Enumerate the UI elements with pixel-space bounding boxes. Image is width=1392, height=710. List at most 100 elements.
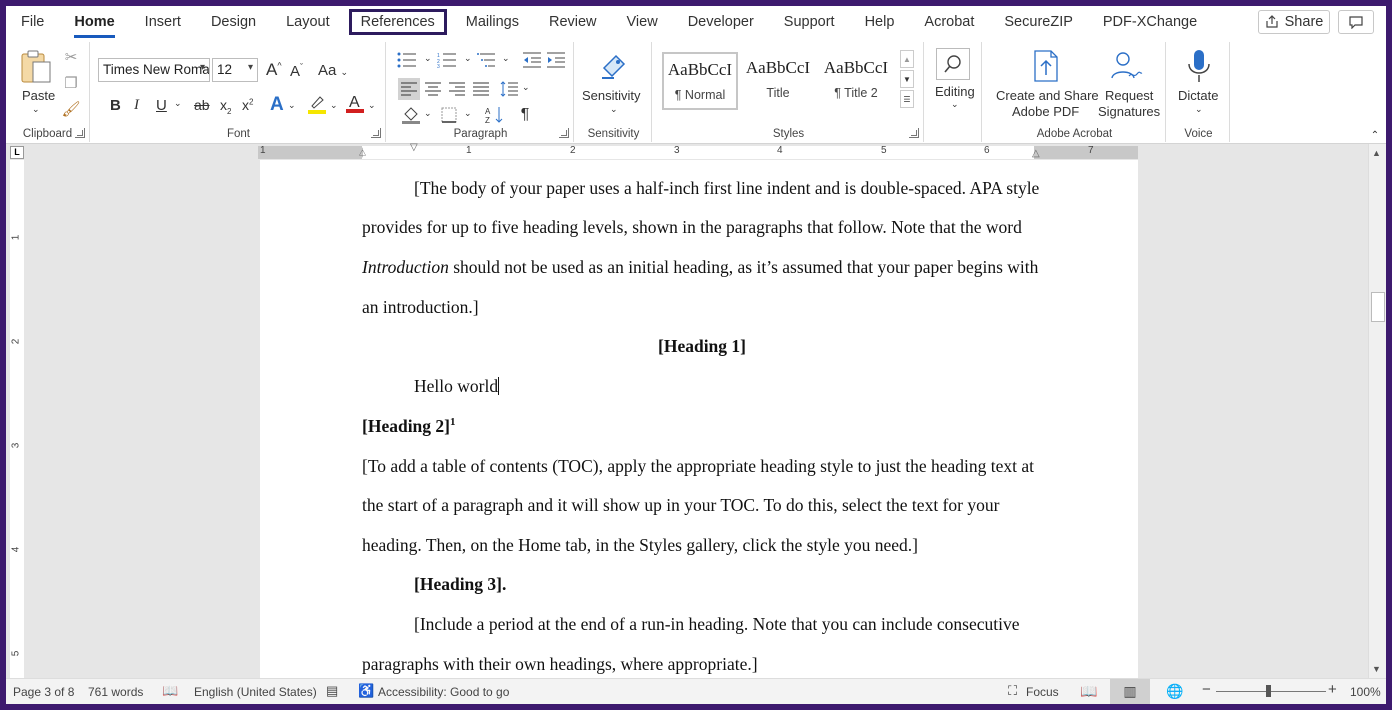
menu-acrobat[interactable]: Acrobat	[909, 9, 989, 35]
highlight-chevron-icon[interactable]: ⌄	[330, 100, 338, 111]
decrease-indent-icon[interactable]	[522, 50, 542, 70]
sort-icon[interactable]: AZ	[484, 104, 506, 126]
line-spacing-icon[interactable]	[498, 78, 520, 100]
bullets-chevron-icon[interactable]: ⌄	[424, 53, 432, 64]
font-color-chevron-icon[interactable]: ⌄	[368, 100, 376, 111]
zoom-thumb[interactable]	[1266, 685, 1271, 697]
align-left-icon[interactable]	[398, 78, 420, 100]
right-indent-marker-icon[interactable]: △	[1032, 148, 1040, 159]
print-layout-icon[interactable]: ▥	[1110, 679, 1150, 704]
font-size-combo[interactable]: 12 ▾	[212, 58, 258, 82]
multilevel-chevron-icon[interactable]: ⌄	[502, 53, 510, 64]
accessibility-status[interactable]: Accessibility: Good to go	[378, 685, 509, 699]
underline-button[interactable]: U	[156, 97, 167, 114]
menu-mailings[interactable]: Mailings	[451, 9, 534, 35]
styles-more-icon[interactable]: ☰	[900, 90, 914, 108]
zoom-slider[interactable]	[1216, 691, 1326, 692]
menu-support[interactable]: Support	[769, 9, 850, 35]
menu-help[interactable]: Help	[850, 9, 910, 35]
copy-icon[interactable]: ❐	[62, 74, 80, 92]
comments-button[interactable]	[1338, 10, 1374, 34]
menu-securezip[interactable]: SecureZIP	[989, 9, 1088, 35]
line-spacing-chevron-icon[interactable]: ⌄	[522, 82, 530, 93]
page-count[interactable]: Page 3 of 8	[13, 685, 74, 699]
show-formatting-icon[interactable]: ¶	[514, 104, 536, 126]
zoom-in-icon[interactable]: +	[1328, 681, 1337, 698]
sensitivity-button[interactable]	[596, 48, 632, 84]
change-case-button[interactable]: Aa ⌄	[318, 62, 348, 79]
request-label[interactable]: Request	[1105, 88, 1153, 103]
scroll-up-icon[interactable]: ▲	[1372, 148, 1381, 158]
shrink-font-button[interactable]: Aˇ	[290, 62, 303, 80]
editing-button[interactable]	[936, 48, 970, 80]
italic-button[interactable]: I	[134, 97, 139, 114]
numbering-icon[interactable]: 123	[436, 50, 458, 70]
menu-file[interactable]: File	[6, 9, 59, 35]
accessibility-icon[interactable]: ♿	[358, 683, 374, 699]
dictate-chevron-icon[interactable]: ⌄	[1195, 104, 1203, 115]
highlight-icon[interactable]	[308, 94, 326, 117]
justify-icon[interactable]	[470, 78, 492, 100]
menu-references[interactable]: References	[348, 9, 447, 35]
shading-icon[interactable]	[400, 104, 422, 126]
align-right-icon[interactable]	[446, 78, 468, 100]
subscript-button[interactable]: x2	[220, 97, 231, 116]
text-effects-icon[interactable]: A	[270, 94, 284, 116]
language[interactable]: English (United States)	[194, 685, 317, 699]
collapse-ribbon-icon[interactable]: ⌃	[1368, 128, 1382, 142]
strikethrough-button[interactable]: ab	[194, 97, 210, 113]
track-changes-icon[interactable]: ▤	[326, 683, 338, 699]
footnote-ref[interactable]: 1	[450, 416, 456, 428]
increase-indent-icon[interactable]	[546, 50, 566, 70]
paragraph-launcher-icon[interactable]	[559, 128, 569, 138]
zoom-out-icon[interactable]: −	[1202, 681, 1211, 698]
grow-font-button[interactable]: A^	[266, 60, 282, 80]
bullets-icon[interactable]	[396, 50, 418, 70]
proofing-icon[interactable]: 📖	[162, 683, 178, 699]
menu-view[interactable]: View	[612, 9, 673, 35]
style-title[interactable]: AaBbCcI Title	[740, 52, 816, 110]
text-effects-chevron-icon[interactable]: ⌄	[288, 100, 296, 111]
shading-chevron-icon[interactable]: ⌄	[424, 108, 432, 119]
dictate-button[interactable]	[1182, 48, 1216, 84]
web-layout-icon[interactable]: 🌐	[1166, 683, 1183, 700]
styles-launcher-icon[interactable]	[909, 128, 919, 138]
menu-insert[interactable]: Insert	[130, 9, 196, 35]
menu-design[interactable]: Design	[196, 9, 271, 35]
styles-scroll-down-icon[interactable]: ▼	[900, 70, 914, 88]
align-center-icon[interactable]	[422, 78, 444, 100]
paste-chevron-icon[interactable]: ⌄	[32, 104, 40, 115]
share-button[interactable]: Share	[1258, 10, 1330, 34]
sensitivity-chevron-icon[interactable]: ⌄	[610, 104, 618, 115]
vertical-ruler[interactable]: 1 2 3 4 5	[10, 160, 24, 678]
clipboard-launcher-icon[interactable]	[75, 128, 85, 138]
borders-chevron-icon[interactable]: ⌄	[464, 108, 472, 119]
menu-layout[interactable]: Layout	[271, 9, 345, 35]
superscript-button[interactable]: x2	[242, 97, 253, 113]
scroll-thumb[interactable]	[1371, 292, 1385, 322]
request-signatures-icon[interactable]	[1108, 48, 1144, 84]
create-pdf-icon[interactable]	[1028, 48, 1064, 84]
word-count[interactable]: 761 words	[88, 685, 143, 699]
menu-pdf-xchange[interactable]: PDF-XChange	[1088, 9, 1212, 35]
bold-button[interactable]: B	[110, 97, 121, 114]
editing-chevron-icon[interactable]: ⌄	[951, 99, 959, 110]
underline-chevron-icon[interactable]: ⌄	[174, 98, 182, 109]
tab-selector-icon[interactable]: L	[10, 146, 24, 159]
menu-home[interactable]: Home	[59, 9, 129, 38]
hanging-indent-marker-icon[interactable]: ⏃	[358, 146, 367, 159]
document-page[interactable]: [The body of your paper uses a half-inch…	[260, 160, 1138, 678]
font-color-icon[interactable]: A	[346, 92, 364, 117]
create-pdf-label[interactable]: Create and Share	[996, 88, 1099, 103]
font-name-combo[interactable]: Times New Roma ▾	[98, 58, 210, 82]
menu-review[interactable]: Review	[534, 9, 612, 35]
zoom-level[interactable]: 100%	[1350, 685, 1381, 699]
paste-button[interactable]	[18, 48, 54, 84]
font-launcher-icon[interactable]	[371, 128, 381, 138]
read-mode-icon[interactable]: 📖	[1080, 683, 1097, 700]
multilevel-list-icon[interactable]	[476, 50, 498, 70]
first-line-indent-marker-icon[interactable]: ▽	[410, 142, 418, 153]
format-painter-icon[interactable]: 🖌	[61, 100, 80, 118]
styles-scroll-up-icon[interactable]: ▲	[900, 50, 914, 68]
focus-label[interactable]: Focus	[1026, 685, 1059, 699]
